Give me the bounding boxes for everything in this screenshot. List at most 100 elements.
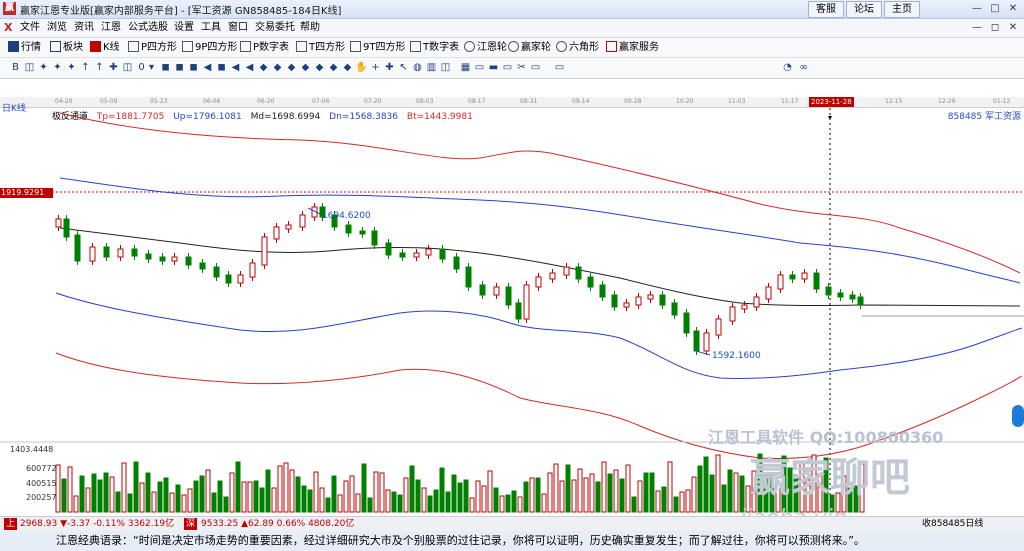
toolbar-winner-wheel[interactable]: 赢家轮 <box>508 40 551 55</box>
drawing-tool-18-icon[interactable]: ◆ <box>257 61 270 74</box>
sz-index-icon[interactable]: 深 <box>184 518 197 530</box>
volume-bar <box>583 477 589 513</box>
p-table-icon <box>240 41 251 52</box>
drawing-tool-31-icon[interactable]: ◫ <box>439 61 452 74</box>
drawing-tool-6-icon[interactable]: ↑ <box>93 61 106 74</box>
drawing-tool-10-icon[interactable]: ▾ <box>145 61 158 74</box>
hexagon-icon <box>556 41 567 52</box>
close-button[interactable]: ✕ <box>1006 2 1020 15</box>
drawing-tool-38-icon[interactable]: ▭ <box>553 61 566 74</box>
toolbar-9p-square[interactable]: 9P四方形 <box>182 40 237 55</box>
volume-bar <box>625 464 631 513</box>
volume-bar <box>355 493 361 513</box>
drawing-tool-1-icon[interactable]: ◫ <box>23 61 36 74</box>
drawing-tool-26-icon[interactable]: + <box>369 61 382 74</box>
drawing-tool-3-icon[interactable]: ✦ <box>51 61 64 74</box>
scroll-handle[interactable] <box>1012 405 1024 427</box>
menu-file[interactable]: 文件 <box>20 21 40 35</box>
child-minimize-button[interactable]: — <box>970 21 984 34</box>
drawing-tool-15-icon[interactable]: ◼ <box>215 61 228 74</box>
homepage-link[interactable]: 主页 <box>884 1 920 18</box>
menu-info[interactable]: 资讯 <box>74 21 94 35</box>
drawing-tool-30-icon[interactable]: ▥ <box>425 61 438 74</box>
toolbar-hexagon[interactable]: 六角形 <box>556 40 599 55</box>
drawing-tool-39-icon[interactable]: ◔ <box>781 61 794 74</box>
drawing-tool-8-icon[interactable]: ◫ <box>121 61 134 74</box>
menu-gann[interactable]: 江恩 <box>101 21 121 35</box>
drawing-tool-21-icon[interactable]: ◆ <box>299 61 312 74</box>
volume-bar <box>565 464 571 513</box>
toolbar-9t-square[interactable]: 9T四方形 <box>350 40 405 55</box>
drawing-tool-7-icon[interactable]: ✚ <box>107 61 120 74</box>
drawing-tool-36-icon[interactable]: ✂ <box>515 61 528 74</box>
toolbar-winner-service[interactable]: 赢家服务 <box>606 40 659 55</box>
toolbar-p-square[interactable]: P四方形 <box>128 40 177 55</box>
9t-square-icon <box>350 41 361 52</box>
drawing-toolbar: B ◫ ✦ ✦ ✦ ↑ ↑ ✚ ◫ 0 ▾ ◼ ◼ ◼ ◀ ◼ ◀ ◀ ◆ ◆ ◆ ◆ ◆ ◆ ◆ ✋ + ✚ ↖ ◍ ▥ ◫ ▦ ▭ ▬ ▭ ✂ ▭ ▭ ◔… <box>0 58 1024 79</box>
toolbar-quotes[interactable]: 行情 <box>8 40 41 55</box>
volume-bar <box>73 495 79 513</box>
drawing-tool-35-icon[interactable]: ▭ <box>501 61 514 74</box>
volume-bar <box>187 488 193 513</box>
drawing-tool-34-icon[interactable]: ▬ <box>487 61 500 74</box>
menu-formula-select[interactable]: 公式选股 <box>128 21 168 35</box>
candle <box>225 274 232 284</box>
candle <box>359 230 366 235</box>
drawing-tool-37-icon[interactable]: ▭ <box>529 61 542 74</box>
menu-help[interactable]: 帮助 <box>300 21 320 35</box>
volume-bar <box>613 469 619 513</box>
drawing-tool-5-icon[interactable]: ↑ <box>79 61 92 74</box>
child-close-button[interactable]: ✕ <box>1006 21 1020 34</box>
drawing-tool-28-icon[interactable]: ↖ <box>397 61 410 74</box>
drawing-tool-4-icon[interactable]: ✦ <box>65 61 78 74</box>
toolbar-t-table[interactable]: T数字表 <box>410 40 459 55</box>
drawing-tool-27-icon[interactable]: ✚ <box>383 61 396 74</box>
menu-trade[interactable]: 交易委托 <box>255 21 295 35</box>
minimize-button[interactable]: — <box>970 2 984 15</box>
drawing-tool-13-icon[interactable]: ◼ <box>187 61 200 74</box>
drawing-tool-0-icon[interactable]: B <box>9 61 22 74</box>
drawing-tool-16-icon[interactable]: ◀ <box>229 61 242 74</box>
maximize-button[interactable]: □ <box>988 2 1002 15</box>
drawing-tool-40-icon[interactable]: ∞ <box>797 61 810 74</box>
drawing-tool-22-icon[interactable]: ◆ <box>313 61 326 74</box>
candlestick-series <box>55 203 864 355</box>
menu-settings[interactable]: 设置 <box>174 21 194 35</box>
drawing-tool-17-icon[interactable]: ◀ <box>243 61 256 74</box>
toolbar-kline[interactable]: K线 <box>90 40 120 55</box>
customer-service-link[interactable]: 客服 <box>808 1 844 18</box>
drawing-tool-24-icon[interactable]: ◆ <box>341 61 354 74</box>
drawing-tool-29-icon[interactable]: ◍ <box>411 61 424 74</box>
volume-bar <box>655 490 661 513</box>
sh-index-icon[interactable]: 上 <box>4 518 17 530</box>
menu-window[interactable]: 窗口 <box>228 21 248 35</box>
volume-bar <box>733 472 739 513</box>
toolbar-gann-wheel[interactable]: 江恩轮 <box>464 40 507 55</box>
volume-bar <box>619 478 625 513</box>
candle <box>117 248 124 258</box>
drawing-tool-33-icon[interactable]: ▭ <box>473 61 486 74</box>
drawing-tool-20-icon[interactable]: ◆ <box>285 61 298 74</box>
candle <box>587 276 594 288</box>
quotes-icon <box>8 41 19 52</box>
child-restore-button[interactable]: ◻ <box>988 21 1002 34</box>
drawing-tool-32-icon[interactable]: ▦ <box>459 61 472 74</box>
candle <box>199 262 206 270</box>
forum-link[interactable]: 论坛 <box>846 1 882 18</box>
toolbar-sectors[interactable]: 板块 <box>50 40 83 55</box>
drawing-tool-2-icon[interactable]: ✦ <box>37 61 50 74</box>
drawing-tool-14-icon[interactable]: ◀ <box>201 61 214 74</box>
volume-bar <box>241 481 247 513</box>
drawing-tool-23-icon[interactable]: ◆ <box>327 61 340 74</box>
menu-browse[interactable]: 浏览 <box>47 21 67 35</box>
drawing-tool-19-icon[interactable]: ◆ <box>271 61 284 74</box>
drawing-tool-11-icon[interactable]: ◼ <box>159 61 172 74</box>
app-menu-icon[interactable]: X <box>4 21 16 34</box>
volume-bar <box>535 477 541 513</box>
drawing-tool-25-icon[interactable]: ✋ <box>355 61 368 74</box>
volume-bar <box>493 487 499 513</box>
menu-tools[interactable]: 工具 <box>201 21 221 35</box>
toolbar-p-table[interactable]: P数字表 <box>240 40 289 55</box>
drawing-tool-12-icon[interactable]: ◼ <box>173 61 186 74</box>
toolbar-t-square[interactable]: T四方形 <box>296 40 345 55</box>
